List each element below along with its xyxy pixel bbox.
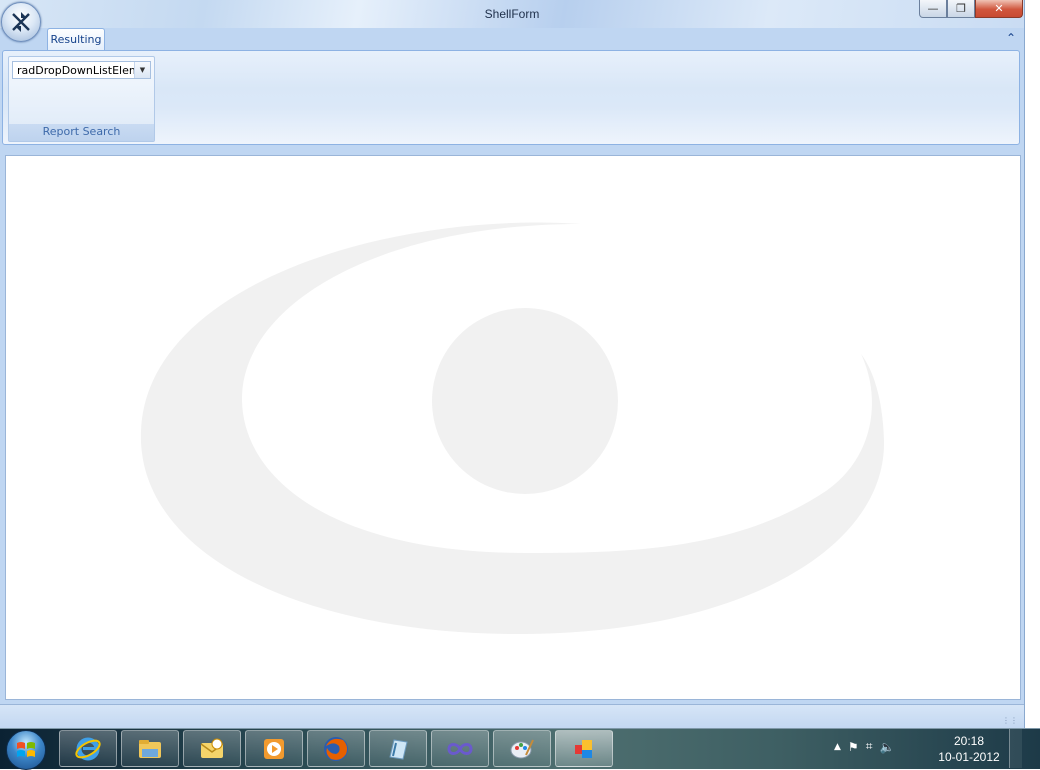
system-tray: ▲ ⚑ ⌗ 🔈: [834, 739, 894, 754]
status-bar: ⋮⋮: [0, 704, 1024, 729]
window-controls: — ❐ ✕: [919, 0, 1023, 18]
taskbar-notepad-button[interactable]: [369, 730, 427, 767]
app-logo-icon: [12, 12, 30, 32]
network-icon[interactable]: ⌗: [866, 739, 873, 754]
taskbar-ie-button[interactable]: [59, 730, 117, 767]
minimize-button[interactable]: —: [919, 0, 947, 18]
chevron-down-icon[interactable]: ▼: [134, 62, 150, 78]
taskbar-shellform-button[interactable]: [555, 730, 613, 767]
ribbon-tab-row: Resulting ⌃: [0, 28, 1024, 51]
action-center-flag-icon[interactable]: ⚑: [848, 740, 859, 754]
ribbon-panel: radDropDownListElem ▼ Report Search: [2, 50, 1020, 145]
main-content-area: [5, 155, 1021, 700]
taskbar-clock[interactable]: 20:18 10-01-2012: [932, 733, 1006, 765]
media-player-icon: [264, 738, 284, 759]
windows-logo-icon: [17, 742, 35, 757]
outlook-icon: [200, 738, 224, 758]
shellform-app-icon: [575, 739, 592, 758]
notepad-icon: [389, 738, 408, 760]
watermark-logo: [140, 222, 885, 635]
group-label: Report Search: [9, 124, 154, 141]
tab-resulting[interactable]: Resulting: [47, 28, 105, 51]
resize-grip-icon[interactable]: ⋮⋮: [1002, 716, 1018, 725]
taskbar-outlook-button[interactable]: [183, 730, 241, 767]
minimize-icon: —: [927, 2, 939, 15]
taskbar-media-player-button[interactable]: [245, 730, 303, 767]
shellform-window: ShellForm — ❐ ✕ Resulting ⌃ radDropDownL…: [0, 0, 1025, 729]
internet-explorer-icon: [75, 737, 101, 760]
taskbar-firefox-button[interactable]: [307, 730, 365, 767]
taskbar-paint-button[interactable]: [493, 730, 551, 767]
visual-studio-icon: [447, 742, 473, 755]
clock-time: 20:18: [953, 734, 985, 748]
close-button[interactable]: ✕: [975, 0, 1023, 18]
ribbon-collapse-icon[interactable]: ⌃: [1006, 31, 1016, 45]
report-search-group: radDropDownListElem ▼ Report Search: [8, 56, 155, 142]
volume-icon[interactable]: 🔈: [879, 740, 894, 754]
paint-icon: [510, 739, 534, 758]
window-title: ShellForm: [484, 7, 540, 21]
start-button[interactable]: [6, 730, 46, 770]
dropdown-value: radDropDownListElem: [17, 63, 134, 77]
firefox-icon: [324, 736, 348, 761]
application-menu-button[interactable]: [1, 2, 41, 42]
taskbar: ▲ ⚑ ⌗ 🔈 20:18 10-01-2012: [0, 728, 1040, 770]
taskbar-explorer-button[interactable]: [121, 730, 179, 767]
clock-date: 10-01-2012: [938, 750, 1000, 764]
restore-button[interactable]: ❐: [947, 0, 975, 18]
taskbar-visual-studio-button[interactable]: [431, 730, 489, 767]
restore-icon: ❐: [956, 2, 966, 15]
windows-explorer-icon: [139, 739, 161, 758]
show-desktop-button[interactable]: [1009, 729, 1022, 768]
close-icon: ✕: [994, 2, 1004, 15]
report-dropdown[interactable]: radDropDownListElem ▼: [12, 61, 151, 79]
show-hidden-icons-icon[interactable]: ▲: [834, 742, 841, 752]
title-bar[interactable]: ShellForm — ❐ ✕: [0, 0, 1024, 28]
